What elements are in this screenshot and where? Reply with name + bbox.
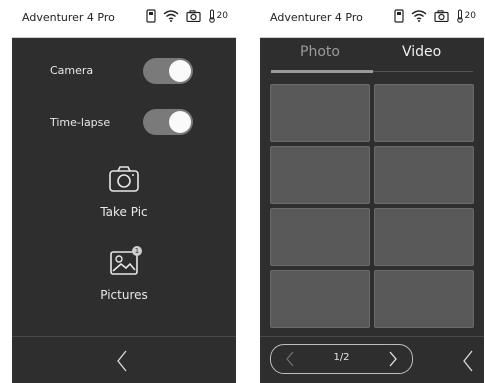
thermometer-icon [456, 9, 463, 23]
camera-icon [109, 166, 139, 192]
pictures-label: Pictures [100, 288, 148, 302]
pictures-count-badge: 1 [132, 246, 142, 256]
take-pic-label: Take Pic [100, 205, 148, 219]
timelapse-label: Time-lapse [50, 116, 111, 129]
thumbnail[interactable] [270, 270, 370, 328]
printer-name: Adventurer 4 Pro [22, 11, 115, 24]
wifi-icon [411, 10, 427, 22]
printer-name: Adventurer 4 Pro [270, 11, 363, 24]
thumbnail[interactable] [374, 270, 474, 328]
gallery-screen: Adventurer 4 Pro 20 Photo Video 1/2 [260, 0, 484, 383]
chevron-right-icon[interactable] [388, 351, 398, 367]
thumbnail[interactable] [374, 208, 474, 266]
tab-indicator [271, 70, 373, 73]
status-bar: Adventurer 4 Pro 20 [260, 0, 484, 38]
temperature-value: 20 [216, 11, 228, 21]
status-icons: 20 [393, 9, 476, 23]
camera-toggle[interactable] [143, 58, 193, 84]
toggle-knob [169, 111, 191, 133]
thumbnail[interactable] [374, 146, 474, 204]
temperature-value: 20 [464, 11, 476, 21]
usb-icon [145, 9, 156, 23]
toggle-knob [169, 60, 191, 82]
camera-icon [433, 10, 449, 22]
camera-settings-screen: Adventurer 4 Pro 20 Camera Time-lapse Ta… [12, 0, 236, 383]
wifi-icon [163, 10, 179, 22]
thumbnail[interactable] [270, 84, 370, 142]
tab-video[interactable]: Video [402, 44, 441, 60]
gallery-tabs: Photo Video [260, 38, 484, 74]
timelapse-toggle[interactable] [143, 109, 193, 135]
take-pic-button[interactable]: Take Pic [12, 165, 236, 219]
thumbnail[interactable] [374, 84, 474, 142]
thumbnail[interactable] [270, 146, 370, 204]
pictures-button[interactable]: 1 Pictures [12, 246, 236, 302]
chevron-left-icon[interactable] [116, 350, 128, 372]
status-bar: Adventurer 4 Pro 20 [12, 0, 236, 38]
pager: 1/2 [270, 344, 413, 374]
thermometer-icon [208, 9, 215, 23]
tab-photo[interactable]: Photo [300, 44, 340, 60]
usb-icon [393, 9, 404, 23]
chevron-left-icon[interactable] [462, 350, 474, 372]
camera-icon [185, 10, 201, 22]
thumbnail[interactable] [270, 208, 370, 266]
status-icons: 20 [145, 9, 228, 23]
camera-label: Camera [50, 64, 94, 77]
thumbnail-grid [270, 84, 474, 328]
